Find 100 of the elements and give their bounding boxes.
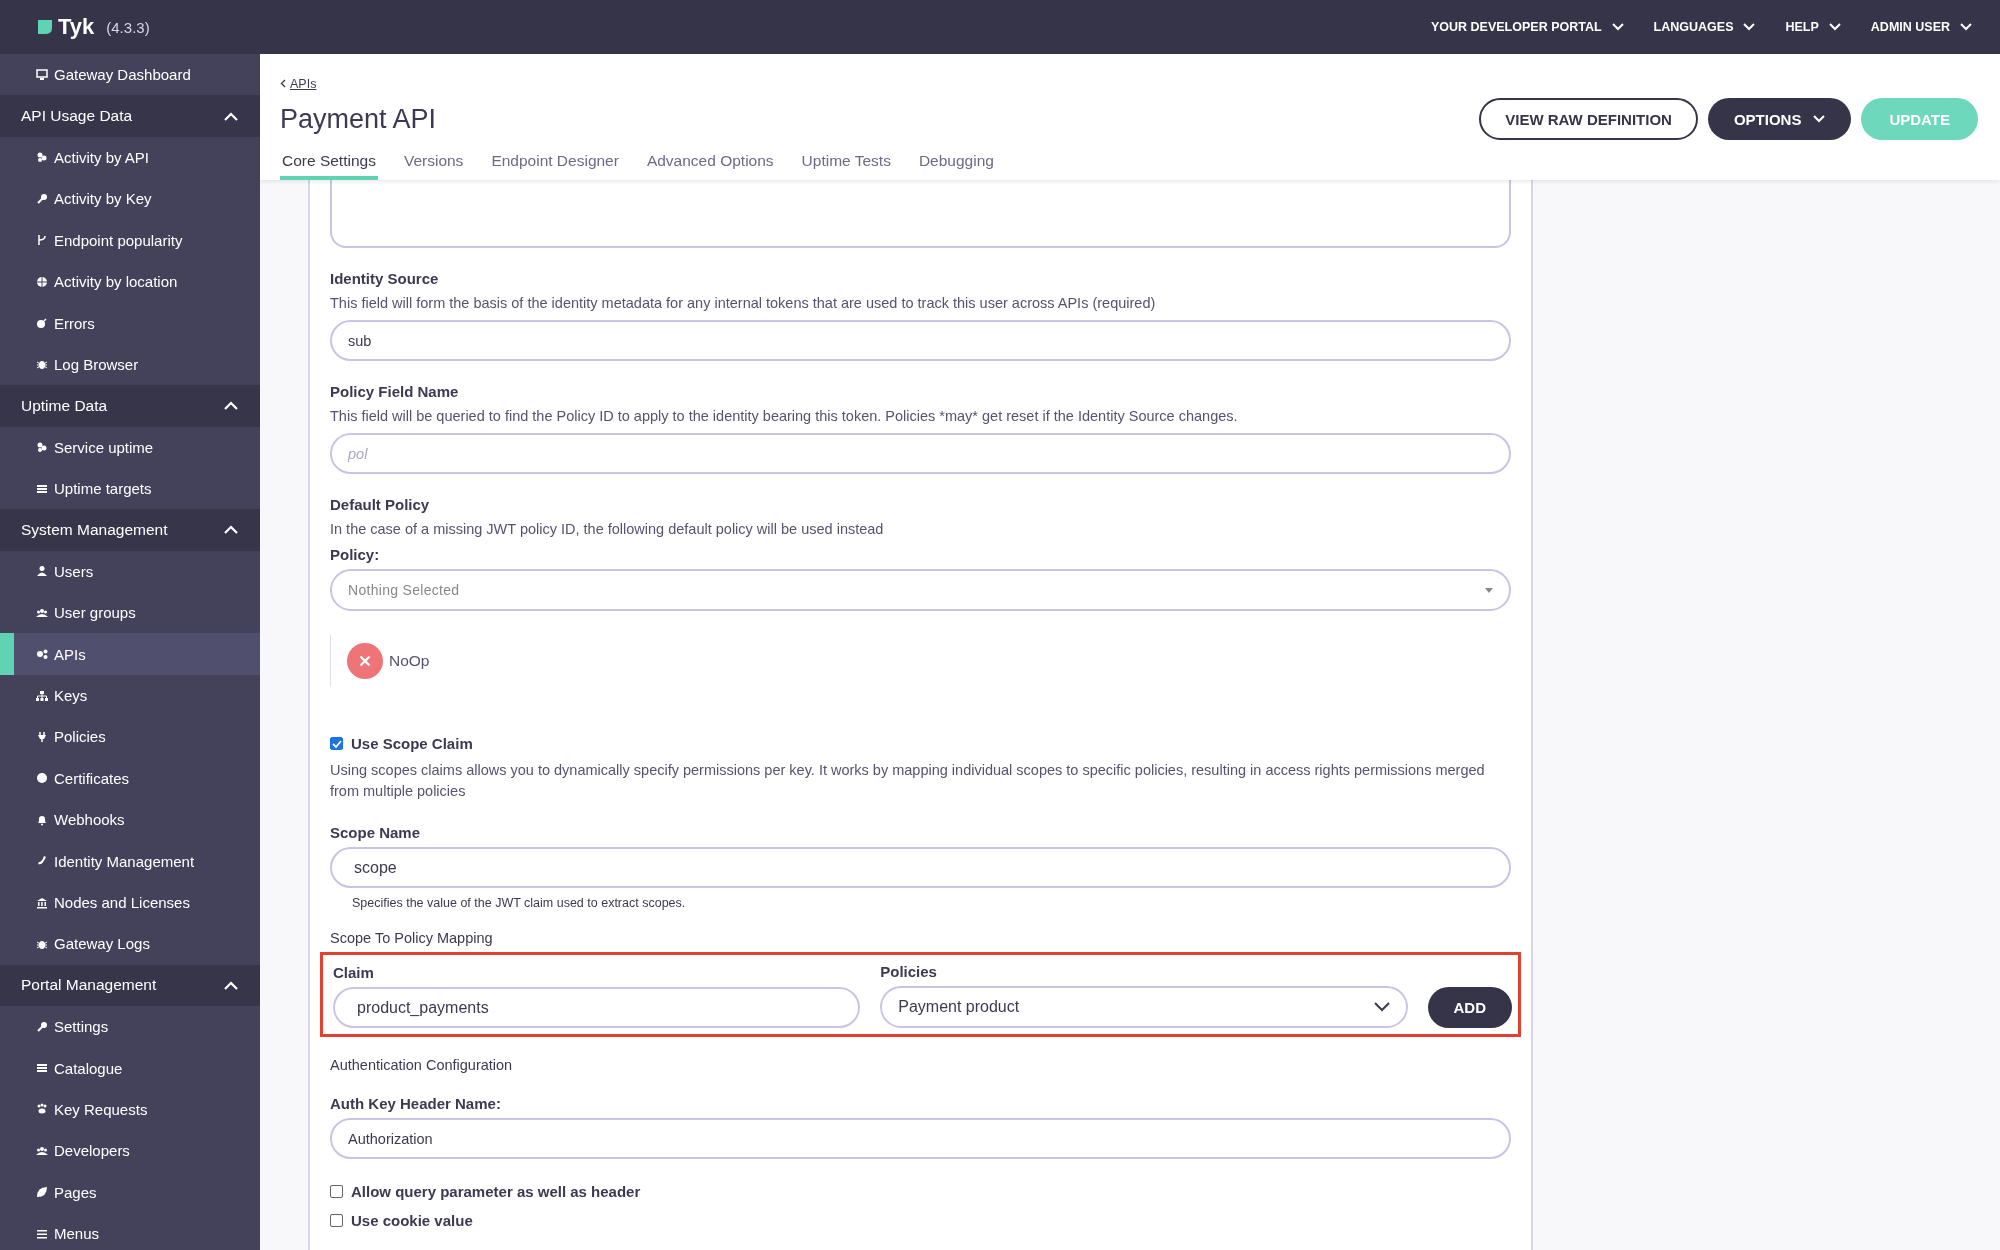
section-title: Scope To Policy Mapping — [330, 930, 494, 946]
gears-icon — [36, 648, 48, 661]
sidebar-item[interactable]: Certificates — [0, 757, 260, 800]
menu-icon — [36, 1227, 48, 1240]
sidebar-item[interactable]: Policies — [0, 716, 260, 758]
checkbox[interactable] — [330, 1214, 343, 1227]
policies-select[interactable]: Payment product — [880, 986, 1408, 1028]
field-label: Auth Key Header Name: — [330, 1095, 502, 1112]
checkbox-label: Allow query parameter as well as header — [351, 1183, 641, 1200]
sidebar-group-header[interactable]: Uptime Data — [0, 385, 260, 427]
sidebar-group-header[interactable]: System Management — [0, 509, 260, 551]
chevron-down-icon — [1960, 23, 1972, 31]
sidebar-item[interactable]: Users — [0, 550, 260, 593]
sidebar-item[interactable]: APIs — [0, 633, 260, 675]
policy-select[interactable]: Nothing Selected — [330, 569, 1511, 611]
sidebar-item[interactable]: Errors — [0, 302, 260, 344]
add-button[interactable]: ADD — [1427, 987, 1512, 1028]
field-label: Policy: — [330, 546, 381, 563]
page-title: Payment API — [280, 103, 437, 135]
branch-icon — [36, 234, 48, 247]
sidebar-item[interactable]: Catalogue — [0, 1047, 260, 1089]
section-title: Authentication Configuration — [330, 1057, 514, 1073]
sitemap-icon — [36, 689, 48, 702]
sidebar-item[interactable]: Service uptime — [0, 426, 260, 468]
view-raw-definition-button[interactable]: VIEW RAW DEFINITION — [1479, 98, 1698, 140]
sidebar-item[interactable]: Identity Management — [0, 840, 260, 882]
policy-name: NoOp — [389, 652, 430, 670]
sidebar-item[interactable]: Activity by location — [0, 260, 260, 303]
input-field[interactable]: product_payments — [333, 987, 861, 1028]
input-field[interactable]: pol — [330, 433, 1511, 474]
field-label: Claim — [333, 964, 375, 981]
sidebar-item[interactable]: Webhooks — [0, 799, 260, 841]
chevron-down-icon — [1743, 23, 1756, 31]
key-icon — [36, 192, 48, 205]
sidebar-item[interactable]: Menus — [0, 1212, 260, 1250]
sidebar-item[interactable]: Developers — [0, 1130, 260, 1172]
users-icon — [36, 1144, 48, 1157]
checkbox-label: Use cookie value — [351, 1212, 473, 1229]
plug-icon — [36, 730, 48, 743]
tab[interactable]: Versions — [401, 144, 466, 180]
check-icon — [331, 739, 342, 748]
chevron-down-icon — [1611, 23, 1624, 31]
top-menu[interactable]: LANGUAGES — [1653, 16, 1756, 38]
sidebar-group-header[interactable]: Portal Management — [0, 964, 260, 1006]
list-icon — [36, 1062, 48, 1075]
top-menu[interactable]: HELP — [1785, 16, 1841, 38]
users-icon — [36, 606, 48, 619]
field-description: Using scopes claims allows you to dynamically specify permissions per key. It works by mapping individual scopes to specific policies, resulting in access rights permissions merged from multiple policies — [330, 761, 1486, 801]
wrench-icon — [36, 1020, 48, 1033]
bell-icon — [36, 813, 48, 826]
sidebar-item[interactable]: Gateway Logs — [0, 923, 260, 965]
remove-icon — [347, 643, 383, 679]
chevron-up-icon — [224, 111, 238, 121]
tab[interactable]: Debugging — [916, 144, 996, 180]
checkbox[interactable] — [330, 737, 343, 750]
chevron-up-icon — [224, 525, 238, 535]
bug-icon — [36, 358, 48, 371]
caret-down-icon — [1485, 587, 1493, 593]
input-field[interactable]: scope — [330, 847, 1511, 888]
sidebar-item[interactable]: Settings — [0, 1006, 260, 1048]
sidebar-item[interactable]: Endpoint popularity — [0, 219, 260, 261]
sidebar-item[interactable]: Log Browser — [0, 343, 260, 386]
chevron-left-icon — [280, 79, 286, 88]
tab[interactable]: Endpoint Designer — [489, 144, 621, 180]
input-field[interactable]: sub — [330, 320, 1511, 361]
top-menu[interactable]: ADMIN USER — [1870, 16, 1972, 38]
breadcrumb-link[interactable]: APIs — [280, 76, 317, 91]
field-label: Identity Source — [330, 270, 440, 287]
sidebar-item[interactable]: Activity by API — [0, 136, 260, 179]
sidebar-item[interactable]: Gateway Dashboard — [0, 54, 260, 96]
monitor-icon — [36, 68, 48, 81]
field-label: Default Policy — [330, 496, 431, 513]
chevron-up-icon — [224, 980, 238, 990]
sidebar-item[interactable]: User groups — [0, 592, 260, 634]
cluster-icon — [36, 441, 48, 454]
top-menu[interactable]: YOUR DEVELOPER PORTAL — [1431, 16, 1624, 38]
sidebar-item[interactable]: Pages — [0, 1171, 260, 1213]
sidebar-group-header[interactable]: API Usage Data — [0, 95, 260, 137]
chevron-down-icon — [1813, 115, 1826, 123]
version-label: (4.3.3) — [106, 18, 150, 36]
badge-icon — [36, 772, 48, 785]
cluster-icon — [36, 151, 48, 164]
logo-icon — [36, 18, 54, 36]
leaf-icon — [36, 1186, 48, 1199]
field-label: Scope Name — [330, 824, 422, 841]
logo-text: Tyk — [58, 14, 95, 40]
chevron-down-icon — [1828, 23, 1841, 31]
sidebar-item[interactable]: Keys — [0, 674, 260, 717]
options-button[interactable]: OPTIONS — [1707, 98, 1852, 140]
sidebar-item[interactable]: Uptime targets — [0, 467, 260, 510]
tab[interactable]: Uptime Tests — [799, 144, 893, 180]
sidebar-item[interactable]: Key Requests — [0, 1088, 260, 1131]
field-description: In the case of a missing JWT policy ID, the following default policy will be used instead — [330, 520, 885, 539]
sidebar-item[interactable]: Nodes and Licenses — [0, 881, 260, 924]
chevron-up-icon — [224, 401, 238, 411]
input-field[interactable]: Authorization — [330, 1118, 1511, 1159]
tab[interactable]: Advanced Options — [644, 144, 776, 180]
sidebar-item[interactable]: Activity by Key — [0, 178, 260, 220]
paw-icon — [36, 1103, 48, 1116]
checkbox[interactable] — [330, 1185, 343, 1198]
